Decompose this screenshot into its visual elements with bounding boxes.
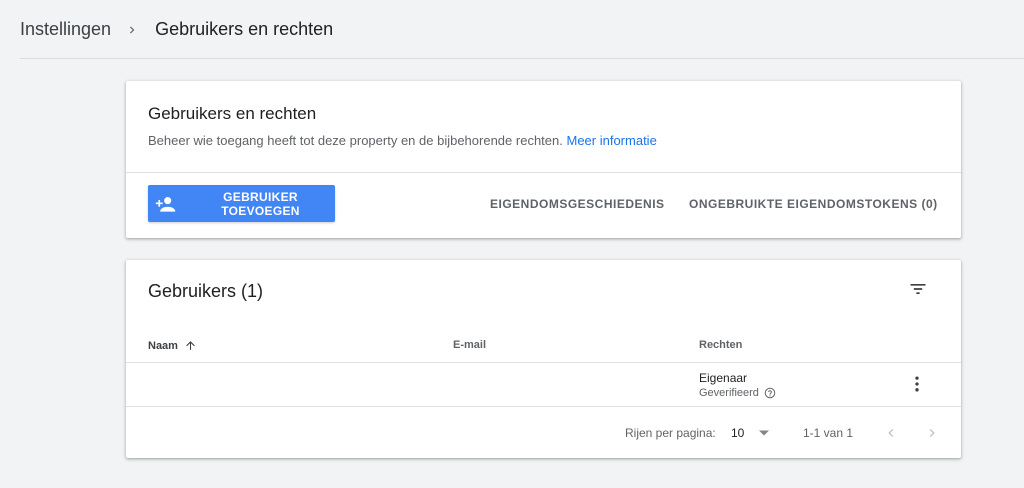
rows-per-page-value: 10 <box>731 426 745 440</box>
rows-per-page-select[interactable]: 10 <box>731 424 773 442</box>
page-range: 1-1 van 1 <box>803 426 854 440</box>
user-status-label: Geverifieerd <box>699 387 759 399</box>
users-table-card: Gebruikers (1) Naam E-mail Rechten Eigen… <box>126 260 961 458</box>
person-add-icon <box>155 195 177 213</box>
description-text: Beheer wie toegang heeft tot deze proper… <box>148 133 563 148</box>
arrow-up-icon[interactable] <box>184 339 197 352</box>
breadcrumb-root[interactable]: Instellingen <box>20 19 111 40</box>
table-divider <box>126 406 961 407</box>
chevron-right-icon <box>125 23 139 37</box>
more-info-link[interactable]: Meer informatie <box>566 133 656 148</box>
chevron-right-icon[interactable] <box>921 422 943 444</box>
users-permissions-card: Gebruikers en rechten Beheer wie toegang… <box>126 81 961 238</box>
users-table-title: Gebruikers (1) <box>148 281 264 301</box>
chevron-left-icon[interactable] <box>880 422 902 444</box>
unused-ownership-tokens-button[interactable]: ONGEBRUIKTE EIGENDOMSTOKENS (0) <box>689 197 938 211</box>
column-header-rights[interactable]: Rechten <box>699 339 742 351</box>
card-description: Beheer wie toegang heeft tot deze proper… <box>148 133 657 148</box>
column-header-email[interactable]: E-mail <box>453 339 486 351</box>
table-row: Eigenaar Geverifieerd <box>126 363 961 406</box>
ownership-history-button[interactable]: EIGENDOMSGESCHIEDENIS <box>490 197 665 211</box>
card-title: Gebruikers en rechten <box>148 104 317 123</box>
column-header-name-label: Naam <box>148 339 178 352</box>
more-vert-icon[interactable] <box>906 373 928 395</box>
card-divider <box>126 172 961 173</box>
add-user-button[interactable]: GEBRUIKER TOEVOEGEN <box>148 185 335 222</box>
arrow-drop-down-icon <box>758 429 770 437</box>
user-role: Eigenaar <box>699 371 748 385</box>
column-header-name[interactable]: Naam <box>148 339 197 352</box>
help-circle-icon[interactable] <box>764 387 776 399</box>
user-status: Geverifieerd <box>699 387 776 399</box>
rows-per-page-label: Rijen per pagina: <box>625 426 716 440</box>
filter-icon[interactable] <box>906 277 930 301</box>
add-user-label: GEBRUIKER TOEVOEGEN <box>221 189 300 218</box>
breadcrumb-current: Gebruikers en rechten <box>155 19 334 39</box>
breadcrumb: Instellingen Gebruikers en rechten <box>0 0 1024 59</box>
header-divider <box>20 58 1024 59</box>
